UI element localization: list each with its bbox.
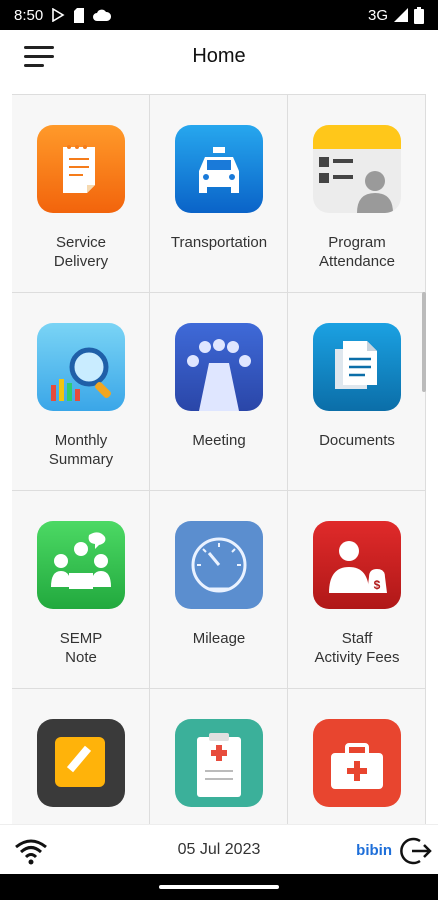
status-bar: 8:50 3G	[0, 0, 438, 30]
home-gesture-handle[interactable]	[159, 885, 279, 889]
tile-semp-note[interactable]: SEMP Note	[12, 491, 150, 689]
note-edit-icon	[37, 719, 125, 807]
group-chat-icon	[37, 521, 125, 609]
app-bar: Home	[0, 30, 438, 82]
tile-notes[interactable]	[12, 689, 150, 824]
tile-label: Monthly Summary	[48, 432, 114, 468]
tile-label: Service Delivery	[53, 234, 109, 270]
tile-service-delivery[interactable]: Service Delivery	[12, 95, 150, 293]
menu-grid: Service Delivery Transportation Program …	[12, 94, 426, 824]
magnifier-chart-icon	[37, 323, 125, 411]
tile-transportation[interactable]: Transportation	[150, 95, 288, 293]
footer-bar: 05 Jul 2023 bibin	[0, 824, 438, 874]
speedometer-icon	[175, 521, 263, 609]
taxi-icon	[175, 125, 263, 213]
tile-label: Mileage	[192, 630, 246, 647]
network-type: 3G	[367, 6, 388, 24]
tile-first-aid[interactable]	[288, 689, 426, 824]
cloud-icon	[93, 9, 112, 21]
tile-label: Staff Activity Fees	[314, 630, 400, 666]
tile-label: Meeting	[192, 432, 246, 449]
play-store-icon	[52, 8, 65, 22]
hamburger-menu-icon[interactable]	[24, 46, 54, 68]
user-name[interactable]: bibin	[356, 842, 392, 859]
scrollbar[interactable]	[422, 292, 426, 392]
logout-icon[interactable]	[398, 835, 432, 867]
documents-icon	[313, 323, 401, 411]
tile-program-attendance[interactable]: Program Attendance	[288, 95, 426, 293]
attendance-card-icon	[313, 125, 401, 213]
sim-card-icon	[74, 7, 85, 23]
meeting-table-icon	[175, 323, 263, 411]
tile-medical-records[interactable]	[150, 689, 288, 824]
svg-text:$: $	[374, 578, 381, 592]
tile-meeting[interactable]: Meeting	[150, 293, 288, 491]
tile-label: Documents	[319, 432, 395, 449]
tile-label: SEMP Note	[59, 630, 103, 666]
tile-mileage[interactable]: Mileage	[150, 491, 288, 689]
tile-label: Transportation	[170, 234, 268, 251]
signal-icon	[394, 8, 408, 22]
tile-staff-activity-fees[interactable]: $ Staff Activity Fees	[288, 491, 426, 689]
medical-clipboard-icon	[175, 719, 263, 807]
staff-money-icon: $	[313, 521, 401, 609]
page-title: Home	[192, 44, 246, 67]
tile-label: Program Attendance	[319, 234, 395, 270]
first-aid-kit-icon	[313, 719, 401, 807]
battery-icon	[414, 6, 424, 24]
service-delivery-icon	[37, 125, 125, 213]
status-time: 8:50	[14, 6, 44, 24]
system-nav-bar	[0, 874, 438, 900]
tile-monthly-summary[interactable]: Monthly Summary	[12, 293, 150, 491]
tile-documents[interactable]: Documents	[288, 293, 426, 491]
